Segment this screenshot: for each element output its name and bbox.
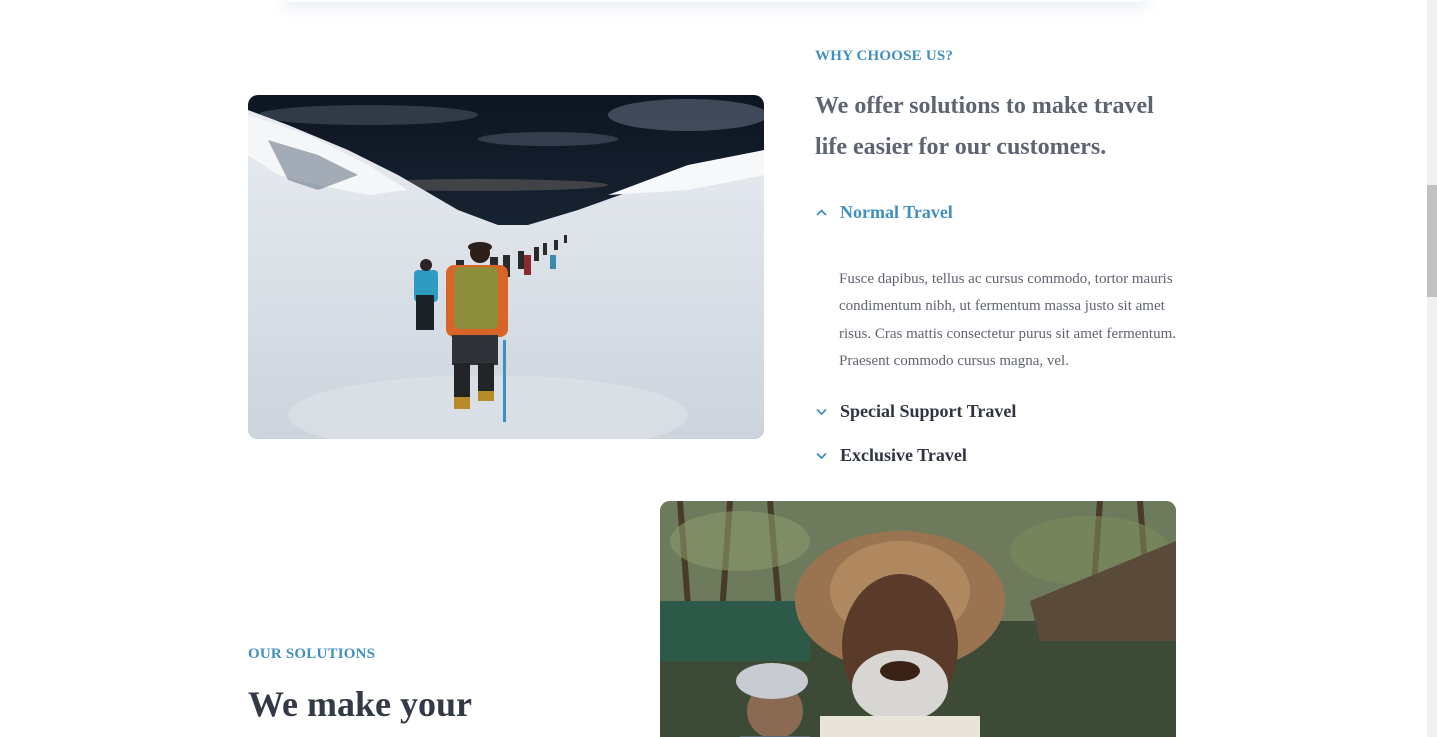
why-choose-us-eyebrow: WHY CHOOSE US? xyxy=(815,48,954,64)
our-solutions-heading: We make your xyxy=(248,684,472,724)
accordion-normal-travel[interactable]: Normal Travel xyxy=(815,202,953,223)
scrollbar-thumb[interactable] xyxy=(1427,185,1437,297)
our-solutions-eyebrow: OUR SOLUTIONS xyxy=(248,646,376,662)
header-card-shadow xyxy=(280,0,1150,2)
travel-guide-image xyxy=(660,501,1176,737)
accordion-special-support-travel[interactable]: Special Support Travel xyxy=(815,401,1016,422)
accordion-exclusive-travel[interactable]: Exclusive Travel xyxy=(815,445,967,466)
accordion-title: Normal Travel xyxy=(840,202,953,222)
why-choose-us-heading: We offer solutions to make travel life e… xyxy=(815,93,1154,160)
page: WHY CHOOSE US? We offer solutions to mak… xyxy=(0,0,1437,737)
chevron-down-icon xyxy=(816,452,827,460)
accordion-title: Exclusive Travel xyxy=(840,445,967,465)
accordion-title: Special Support Travel xyxy=(840,401,1017,421)
snow-hikers-image xyxy=(248,95,764,439)
chevron-down-icon xyxy=(816,408,827,416)
page-scrollbar[interactable] xyxy=(1427,0,1437,737)
accordion-normal-travel-body: Fusce dapibus, tellus ac cursus commodo,… xyxy=(839,271,1177,369)
chevron-up-icon xyxy=(816,209,827,216)
